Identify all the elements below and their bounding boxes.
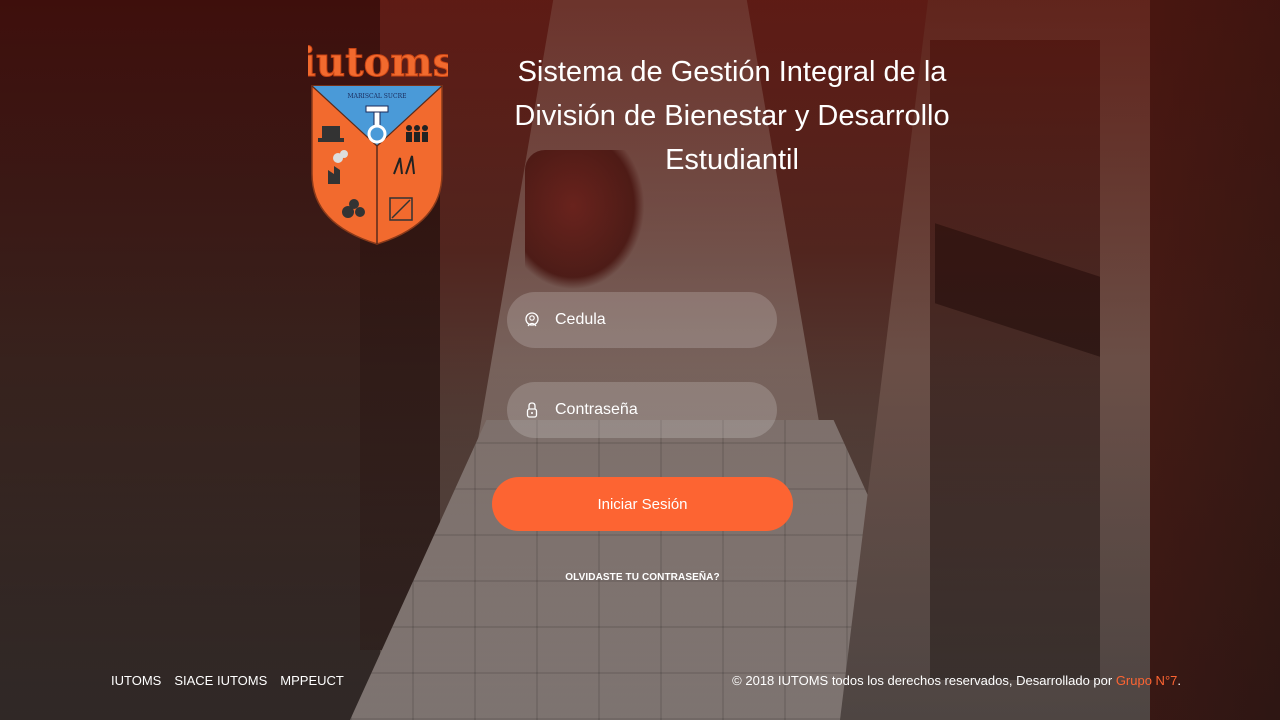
developer-link[interactable]: Grupo N°7 <box>1116 673 1178 688</box>
logo-subtitle: MARISCAL SUCRE <box>348 93 407 100</box>
copyright-notice: © 2018 IUTOMS todos los derechos reserva… <box>732 673 1181 688</box>
logo-wordmark: iutoms <box>308 39 448 86</box>
copyright-text: © 2018 IUTOMS todos los derechos reserva… <box>732 673 1116 688</box>
footer-link-siace[interactable]: SIACE IUTOMS <box>174 673 267 688</box>
footer-nav: IUTOMS SIACE IUTOMS MPPEUCT <box>111 673 344 688</box>
login-button[interactable]: Iniciar Sesión <box>492 477 793 531</box>
password-field[interactable] <box>507 382 777 438</box>
password-input[interactable] <box>555 401 777 419</box>
cedula-input[interactable] <box>555 311 777 329</box>
institution-logo: iutoms MARISCAL SUCRE <box>300 34 456 246</box>
copyright-end: . <box>1177 673 1181 688</box>
lock-icon <box>523 401 541 419</box>
page-title: Sistema de Gestión Integral de la Divisi… <box>514 56 950 176</box>
cedula-field[interactable] <box>507 292 777 348</box>
footer-link-iutoms[interactable]: IUTOMS <box>111 673 161 688</box>
footer-link-mppeuct[interactable]: MPPEUCT <box>280 673 344 688</box>
user-circle-icon <box>523 311 541 329</box>
forgot-password-link[interactable]: OLVIDASTE TU CONTRASEÑA? <box>492 572 793 583</box>
